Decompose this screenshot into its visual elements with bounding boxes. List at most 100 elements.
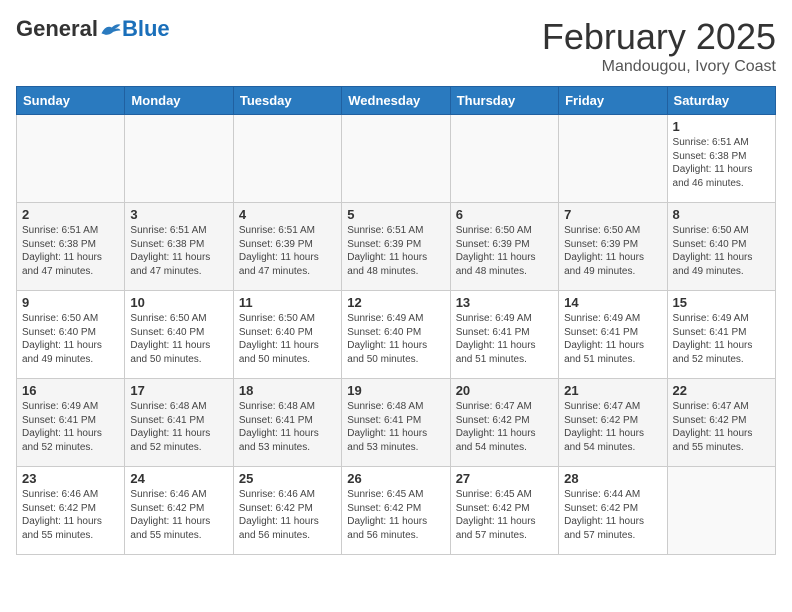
day-number: 27	[456, 471, 553, 486]
day-info: Sunrise: 6:46 AM Sunset: 6:42 PM Dayligh…	[22, 488, 119, 542]
week-row-5: 23 Sunrise: 6:46 AM Sunset: 6:42 PM Dayli…	[17, 467, 776, 555]
day-number: 19	[347, 383, 444, 398]
calendar-cell: 23 Sunrise: 6:46 AM Sunset: 6:42 PM Dayli…	[17, 467, 125, 555]
weekday-header-tuesday: Tuesday	[233, 87, 341, 115]
day-info: Sunrise: 6:49 AM Sunset: 6:40 PM Dayligh…	[347, 312, 444, 366]
calendar-cell	[233, 115, 341, 203]
day-info: Sunrise: 6:50 AM Sunset: 6:39 PM Dayligh…	[456, 224, 553, 278]
day-number: 4	[239, 207, 336, 222]
day-number: 7	[564, 207, 661, 222]
day-info: Sunrise: 6:50 AM Sunset: 6:40 PM Dayligh…	[673, 224, 770, 278]
day-number: 24	[130, 471, 227, 486]
week-row-2: 2 Sunrise: 6:51 AM Sunset: 6:38 PM Daylig…	[17, 203, 776, 291]
day-info: Sunrise: 6:48 AM Sunset: 6:41 PM Dayligh…	[239, 400, 336, 454]
day-info: Sunrise: 6:45 AM Sunset: 6:42 PM Dayligh…	[456, 488, 553, 542]
weekday-header-thursday: Thursday	[450, 87, 558, 115]
day-number: 21	[564, 383, 661, 398]
location-title: Mandougou, Ivory Coast	[542, 58, 776, 76]
calendar-cell	[342, 115, 450, 203]
calendar-cell: 17 Sunrise: 6:48 AM Sunset: 6:41 PM Dayli…	[125, 379, 233, 467]
day-number: 6	[456, 207, 553, 222]
weekday-header-saturday: Saturday	[667, 87, 775, 115]
day-number: 20	[456, 383, 553, 398]
day-info: Sunrise: 6:49 AM Sunset: 6:41 PM Dayligh…	[22, 400, 119, 454]
day-number: 26	[347, 471, 444, 486]
calendar-cell: 22 Sunrise: 6:47 AM Sunset: 6:42 PM Dayli…	[667, 379, 775, 467]
day-info: Sunrise: 6:49 AM Sunset: 6:41 PM Dayligh…	[564, 312, 661, 366]
calendar-cell: 10 Sunrise: 6:50 AM Sunset: 6:40 PM Dayli…	[125, 291, 233, 379]
day-number: 12	[347, 295, 444, 310]
logo-bird-icon	[100, 20, 122, 38]
calendar-cell: 1 Sunrise: 6:51 AM Sunset: 6:38 PM Daylig…	[667, 115, 775, 203]
calendar-cell: 2 Sunrise: 6:51 AM Sunset: 6:38 PM Daylig…	[17, 203, 125, 291]
week-row-3: 9 Sunrise: 6:50 AM Sunset: 6:40 PM Daylig…	[17, 291, 776, 379]
weekday-header-wednesday: Wednesday	[342, 87, 450, 115]
day-info: Sunrise: 6:50 AM Sunset: 6:40 PM Dayligh…	[130, 312, 227, 366]
day-info: Sunrise: 6:50 AM Sunset: 6:39 PM Dayligh…	[564, 224, 661, 278]
day-info: Sunrise: 6:49 AM Sunset: 6:41 PM Dayligh…	[673, 312, 770, 366]
calendar-cell: 18Sunrise: 6:48 AM Sunset: 6:41 PM Dayli…	[233, 379, 341, 467]
calendar-cell: 28 Sunrise: 6:44 AM Sunset: 6:42 PM Dayli…	[559, 467, 667, 555]
page-header: General Blue February 2025 Mandougou, Iv…	[16, 16, 776, 76]
day-info: Sunrise: 6:49 AM Sunset: 6:41 PM Dayligh…	[456, 312, 553, 366]
day-number: 10	[130, 295, 227, 310]
day-info: Sunrise: 6:48 AM Sunset: 6:41 PM Dayligh…	[347, 400, 444, 454]
calendar-table: SundayMondayTuesdayWednesdayThursdayFrid…	[16, 86, 776, 555]
calendar-cell: 19 Sunrise: 6:48 AM Sunset: 6:41 PM Dayli…	[342, 379, 450, 467]
day-number: 23	[22, 471, 119, 486]
day-info: Sunrise: 6:51 AM Sunset: 6:38 PM Dayligh…	[130, 224, 227, 278]
day-info: Sunrise: 6:48 AM Sunset: 6:41 PM Dayligh…	[130, 400, 227, 454]
day-info: Sunrise: 6:51 AM Sunset: 6:38 PM Dayligh…	[22, 224, 119, 278]
day-info: Sunrise: 6:45 AM Sunset: 6:42 PM Dayligh…	[347, 488, 444, 542]
calendar-cell: 3 Sunrise: 6:51 AM Sunset: 6:38 PM Daylig…	[125, 203, 233, 291]
day-number: 28	[564, 471, 661, 486]
day-info: Sunrise: 6:47 AM Sunset: 6:42 PM Dayligh…	[456, 400, 553, 454]
calendar-cell: 6 Sunrise: 6:50 AM Sunset: 6:39 PM Daylig…	[450, 203, 558, 291]
day-number: 13	[456, 295, 553, 310]
day-number: 3	[130, 207, 227, 222]
calendar-cell	[17, 115, 125, 203]
calendar-cell	[450, 115, 558, 203]
week-row-4: 16 Sunrise: 6:49 AM Sunset: 6:41 PM Dayli…	[17, 379, 776, 467]
calendar-cell: 15 Sunrise: 6:49 AM Sunset: 6:41 PM Dayli…	[667, 291, 775, 379]
weekday-header-row: SundayMondayTuesdayWednesdayThursdayFrid…	[17, 87, 776, 115]
calendar-cell: 4 Sunrise: 6:51 AM Sunset: 6:39 PM Daylig…	[233, 203, 341, 291]
day-info: Sunrise: 6:51 AM Sunset: 6:39 PM Dayligh…	[239, 224, 336, 278]
calendar-cell: 12 Sunrise: 6:49 AM Sunset: 6:40 PM Dayli…	[342, 291, 450, 379]
calendar-cell: 8Sunrise: 6:50 AM Sunset: 6:40 PM Daylig…	[667, 203, 775, 291]
logo-blue-text: Blue	[122, 16, 170, 42]
weekday-header-sunday: Sunday	[17, 87, 125, 115]
week-row-1: 1 Sunrise: 6:51 AM Sunset: 6:38 PM Daylig…	[17, 115, 776, 203]
day-info: Sunrise: 6:47 AM Sunset: 6:42 PM Dayligh…	[673, 400, 770, 454]
day-number: 25	[239, 471, 336, 486]
weekday-header-friday: Friday	[559, 87, 667, 115]
day-info: Sunrise: 6:46 AM Sunset: 6:42 PM Dayligh…	[239, 488, 336, 542]
day-info: Sunrise: 6:51 AM Sunset: 6:39 PM Dayligh…	[347, 224, 444, 278]
day-number: 15	[673, 295, 770, 310]
day-info: Sunrise: 6:46 AM Sunset: 6:42 PM Dayligh…	[130, 488, 227, 542]
day-number: 16	[22, 383, 119, 398]
calendar-cell: 26 Sunrise: 6:45 AM Sunset: 6:42 PM Dayli…	[342, 467, 450, 555]
day-info: Sunrise: 6:44 AM Sunset: 6:42 PM Dayligh…	[564, 488, 661, 542]
day-number: 14	[564, 295, 661, 310]
day-number: 2	[22, 207, 119, 222]
calendar-cell	[125, 115, 233, 203]
day-info: Sunrise: 6:50 AM Sunset: 6:40 PM Dayligh…	[239, 312, 336, 366]
day-number: 9	[22, 295, 119, 310]
day-number: 1	[673, 119, 770, 134]
calendar-cell	[559, 115, 667, 203]
day-info: Sunrise: 6:47 AM Sunset: 6:42 PM Dayligh…	[564, 400, 661, 454]
calendar-cell: 11 Sunrise: 6:50 AM Sunset: 6:40 PM Dayli…	[233, 291, 341, 379]
calendar-cell: 9 Sunrise: 6:50 AM Sunset: 6:40 PM Daylig…	[17, 291, 125, 379]
day-number: 11	[239, 295, 336, 310]
calendar-cell: 27 Sunrise: 6:45 AM Sunset: 6:42 PM Dayli…	[450, 467, 558, 555]
logo-general-text: General	[16, 16, 98, 42]
day-info: Sunrise: 6:51 AM Sunset: 6:38 PM Dayligh…	[673, 136, 770, 190]
calendar-cell: 25 Sunrise: 6:46 AM Sunset: 6:42 PM Dayli…	[233, 467, 341, 555]
calendar-cell: 5Sunrise: 6:51 AM Sunset: 6:39 PM Daylig…	[342, 203, 450, 291]
day-number: 22	[673, 383, 770, 398]
calendar-cell: 13 Sunrise: 6:49 AM Sunset: 6:41 PM Dayli…	[450, 291, 558, 379]
day-info: Sunrise: 6:50 AM Sunset: 6:40 PM Dayligh…	[22, 312, 119, 366]
weekday-header-monday: Monday	[125, 87, 233, 115]
day-number: 17	[130, 383, 227, 398]
